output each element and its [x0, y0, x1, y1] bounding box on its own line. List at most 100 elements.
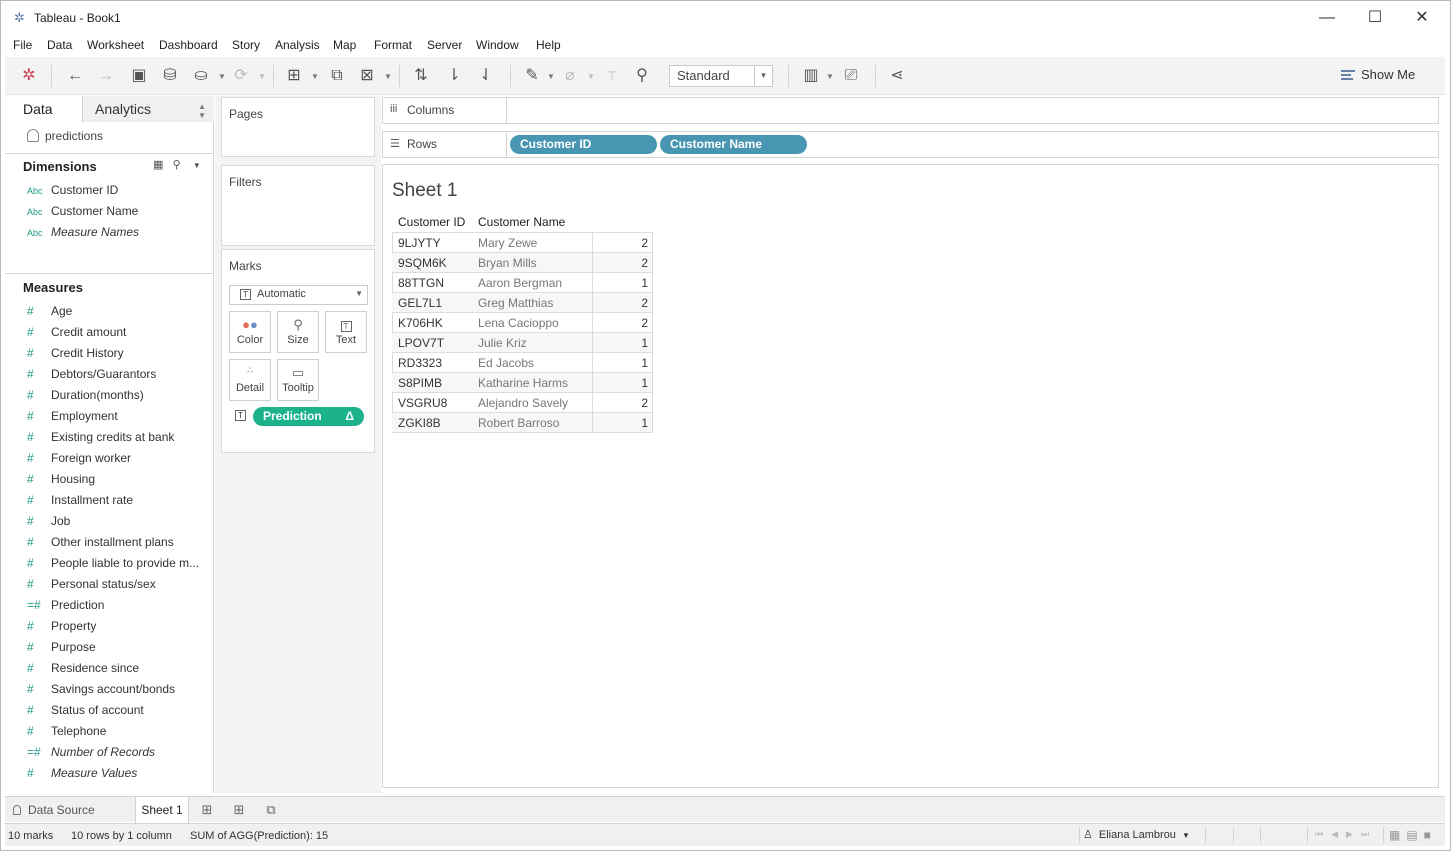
- measure-field[interactable]: # Purpose: [27, 640, 96, 658]
- chevron-down-icon[interactable]: ▼: [258, 72, 266, 81]
- measure-field[interactable]: # Measure Values: [27, 766, 137, 784]
- view-switch-icons[interactable]: ▦▤■: [1389, 828, 1437, 842]
- size-button[interactable]: ⚲ Size: [277, 311, 319, 353]
- chevron-down-icon[interactable]: ▼: [547, 72, 555, 81]
- search-icon[interactable]: ⚲: [173, 159, 181, 171]
- menu-dashboard[interactable]: Dashboard: [159, 38, 218, 52]
- text-button[interactable]: T Text: [325, 311, 367, 353]
- table-row[interactable]: LPOV7T Julie Kriz 1: [392, 333, 653, 353]
- sheet-navigation-icons[interactable]: ⏮◀▶⏭: [1315, 829, 1377, 840]
- chevron-down-icon[interactable]: ▼: [218, 72, 226, 81]
- measure-field[interactable]: # Employment: [27, 409, 118, 427]
- user-menu[interactable]: ♙ Eliana Lambrou ▼: [1083, 828, 1190, 841]
- sort-descending-icon[interactable]: ⇃: [476, 66, 496, 86]
- show-mark-labels-icon[interactable]: ⊤: [602, 66, 622, 86]
- table-row[interactable]: ZGKI8B Robert Barroso 1: [392, 413, 653, 433]
- highlight-icon[interactable]: ✎: [522, 66, 542, 86]
- dimension-field[interactable]: Abc Customer Name: [27, 204, 138, 222]
- new-datasource-icon[interactable]: ⛁: [160, 66, 180, 86]
- cell-prediction-value[interactable]: 1: [592, 333, 653, 353]
- fix-axes-icon[interactable]: ⚲: [632, 66, 652, 86]
- menu-help[interactable]: Help: [536, 38, 561, 52]
- close-button[interactable]: ✕: [1399, 5, 1445, 31]
- undo-icon[interactable]: ←: [65, 66, 85, 86]
- presentation-mode-icon[interactable]: ⎚: [841, 66, 861, 86]
- tooltip-button[interactable]: ▭ Tooltip: [277, 359, 319, 401]
- measure-field[interactable]: # Property: [27, 619, 96, 637]
- measure-field[interactable]: # Savings account/bonds: [27, 682, 175, 700]
- measure-field[interactable]: # Installment rate: [27, 493, 133, 511]
- save-icon[interactable]: ▣: [129, 66, 149, 86]
- table-row[interactable]: 9SQM6K Bryan Mills 2: [392, 253, 653, 273]
- clear-sheet-icon[interactable]: ⊠: [357, 66, 377, 86]
- new-worksheet-icon[interactable]: ⊞: [284, 66, 304, 86]
- group-members-icon[interactable]: ⌀: [560, 66, 580, 86]
- menu-file[interactable]: File: [13, 38, 32, 52]
- rows-shelf[interactable]: ☰ Rows Customer ID Customer Name: [382, 131, 1439, 158]
- tab-sheet-1[interactable]: Sheet 1: [135, 797, 189, 823]
- menu-analysis[interactable]: Analysis: [275, 38, 320, 52]
- show-cards-icon[interactable]: ▥: [801, 66, 821, 86]
- cell-prediction-value[interactable]: 1: [592, 353, 653, 373]
- mark-type-select[interactable]: T Automatic ▼: [229, 285, 368, 305]
- dimension-field[interactable]: Abc Measure Names: [27, 225, 139, 243]
- table-row[interactable]: S8PIMB Katharine Harms 1: [392, 373, 653, 393]
- tableau-home-icon[interactable]: ✲: [19, 66, 39, 86]
- header-customer-id[interactable]: Customer ID: [398, 215, 465, 229]
- measure-field[interactable]: # Telephone: [27, 724, 106, 742]
- cell-prediction-value[interactable]: 2: [592, 233, 653, 253]
- data-source-tab[interactable]: Data Source: [13, 803, 95, 817]
- measure-field[interactable]: # People liable to provide m...: [27, 556, 199, 574]
- menu-data[interactable]: Data: [47, 38, 72, 52]
- menu-window[interactable]: Window: [476, 38, 519, 52]
- customer-name-pill[interactable]: Customer Name: [660, 135, 807, 154]
- refresh-icon[interactable]: ⟳: [231, 66, 251, 86]
- measure-field[interactable]: # Credit amount: [27, 325, 126, 343]
- menu-map[interactable]: Map: [333, 38, 356, 52]
- measure-field[interactable]: # Credit History: [27, 346, 124, 364]
- table-row[interactable]: 88TTGN Aaron Bergman 1: [392, 273, 653, 293]
- color-button[interactable]: ●● Color: [229, 311, 271, 353]
- new-dashboard-icon[interactable]: ⊞: [231, 802, 247, 818]
- tab-analytics[interactable]: Analytics ▲ ▼: [83, 96, 214, 122]
- new-story-icon[interactable]: ⧉: [263, 802, 279, 818]
- columns-shelf[interactable]: iii Columns: [382, 97, 1439, 124]
- detail-button[interactable]: ∴ Detail: [229, 359, 271, 401]
- measure-field[interactable]: # Debtors/Guarantors: [27, 367, 156, 385]
- sheet-title[interactable]: Sheet 1: [392, 180, 458, 202]
- table-row[interactable]: K706HK Lena Cacioppo 2: [392, 313, 653, 333]
- header-customer-name[interactable]: Customer Name: [478, 215, 565, 229]
- measure-field[interactable]: =# Prediction: [27, 598, 104, 616]
- chevron-down-icon[interactable]: ▼: [587, 72, 595, 81]
- pages-card[interactable]: Pages: [221, 97, 375, 157]
- measure-field[interactable]: # Other installment plans: [27, 535, 174, 553]
- swap-rows-columns-icon[interactable]: ⇅: [411, 66, 431, 86]
- fit-select[interactable]: Standard ▼: [669, 65, 773, 87]
- pause-updates-icon[interactable]: ⛀: [191, 66, 211, 86]
- dimension-field[interactable]: Abc Customer ID: [27, 183, 118, 201]
- minimize-button[interactable]: —: [1304, 5, 1350, 31]
- cell-prediction-value[interactable]: 2: [592, 393, 653, 413]
- new-worksheet-icon[interactable]: ⊞: [199, 802, 215, 818]
- menu-server[interactable]: Server: [427, 38, 462, 52]
- customer-id-pill[interactable]: Customer ID: [510, 135, 657, 154]
- table-row[interactable]: GEL7L1 Greg Matthias 2: [392, 293, 653, 313]
- prediction-mark-pill[interactable]: Prediction Δ: [253, 407, 364, 426]
- menu-worksheet[interactable]: Worksheet: [87, 38, 144, 52]
- measure-field[interactable]: # Job: [27, 514, 70, 532]
- show-me-button[interactable]: Show Me: [1341, 67, 1415, 82]
- measure-field[interactable]: # Foreign worker: [27, 451, 131, 469]
- datasource-item[interactable]: predictions: [27, 129, 103, 143]
- measure-field[interactable]: # Personal status/sex: [27, 577, 156, 595]
- maximize-button[interactable]: ☐: [1352, 5, 1398, 31]
- measure-field[interactable]: # Duration(months): [27, 388, 144, 406]
- cell-prediction-value[interactable]: 1: [592, 373, 653, 393]
- sort-ascending-icon[interactable]: ⇂: [444, 66, 464, 86]
- table-row[interactable]: RD3323 Ed Jacobs 1: [392, 353, 653, 373]
- measure-field[interactable]: # Existing credits at bank: [27, 430, 174, 448]
- chevron-down-icon[interactable]: ▼: [193, 161, 201, 170]
- share-icon[interactable]: ⋖: [887, 66, 907, 86]
- cell-prediction-value[interactable]: 1: [592, 273, 653, 293]
- tab-data[interactable]: Data: [5, 96, 83, 122]
- measure-field[interactable]: =# Number of Records: [27, 745, 155, 763]
